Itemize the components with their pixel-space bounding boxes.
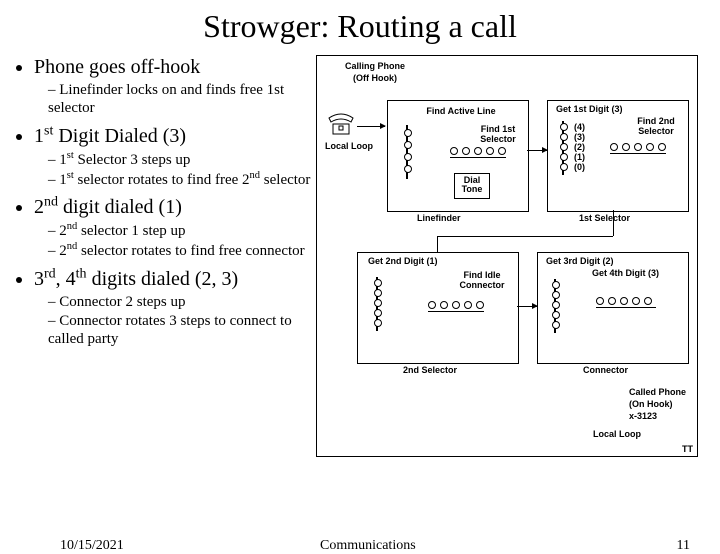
bullet-2-text: 1st Digit Dialed (3): [34, 125, 186, 147]
connector-label: Connector: [583, 366, 628, 376]
switch-icon: [400, 125, 446, 179]
second-selector-box: Get 2nd Digit (1) Find Idle Connector: [357, 252, 519, 364]
called-phone-label: Called Phone: [629, 388, 699, 398]
called-number-label: x-3123: [629, 412, 699, 422]
bullet-1: Phone goes off-hook Linefinder locks on …: [34, 55, 316, 117]
find-2nd-label: Find 2nd Selector: [626, 117, 686, 137]
find-active-label: Find Active Line: [406, 107, 516, 117]
arrow-icon: [527, 150, 547, 151]
off-hook-label: (Off Hook): [335, 74, 415, 84]
switch-icon: [548, 279, 594, 333]
bullet-4-text: 3rd, 4th digits dialed (2, 3): [34, 268, 238, 290]
get-1st-digit-label: Get 1st Digit (3): [556, 105, 623, 115]
second-selector-label: 2nd Selector: [403, 366, 457, 376]
footer-title: Communications: [320, 538, 416, 554]
content: Phone goes off-hook Linefinder locks on …: [0, 55, 720, 457]
connector-line: [437, 236, 438, 252]
find-idle-label: Find Idle Connector: [452, 271, 512, 291]
get-3rd-digit-label: Get 3rd Digit (2): [546, 257, 614, 267]
bullet-2: 1st Digit Dialed (3) 1st Selector 3 step…: [34, 123, 316, 189]
connector-line: [613, 210, 614, 236]
linefinder-box: Find Active Line Find 1st Selector Dial …: [387, 100, 529, 212]
first-selector-box: Get 1st Digit (3) Find 2nd Selector (4) …: [547, 100, 689, 212]
arrow-icon: [517, 306, 537, 307]
on-hook-label: (On Hook): [629, 400, 699, 410]
switch-icon: [370, 277, 416, 331]
strowger-diagram: Calling Phone (Off Hook) Local Loop Find…: [316, 55, 698, 457]
horiz-selector-icon: [450, 157, 506, 161]
tt-credit: TT: [682, 444, 693, 454]
local-loop-label: Local Loop: [319, 142, 379, 152]
dial-tone-box: Dial Tone: [454, 173, 490, 199]
bullet-3-text: 2nd digit dialed (1): [34, 196, 182, 218]
first-selector-label: 1st Selector: [579, 214, 630, 224]
subbullet: 1st selector rotates to find free 2nd se…: [48, 170, 316, 189]
connector-box: Get 3rd Digit (2) Get 4th Digit (3): [537, 252, 689, 364]
horiz-selector-icon: [428, 311, 484, 315]
horiz-selector-icon: [610, 153, 666, 157]
subbullet: Connector 2 steps up: [48, 293, 316, 311]
diagram-column: Calling Phone (Off Hook) Local Loop Find…: [316, 55, 706, 457]
bullet-column: Phone goes off-hook Linefinder locks on …: [16, 55, 316, 457]
find-1st-label: Find 1st Selector: [470, 125, 526, 145]
calling-phone-label: Calling Phone: [335, 62, 415, 72]
subbullet: Connector rotates 3 steps to connect to …: [48, 312, 316, 348]
horiz-selector-icon: [596, 307, 656, 311]
arrow-icon: [357, 126, 385, 127]
get-4th-digit-label: Get 4th Digit (3): [592, 269, 659, 279]
bullet-3: 2nd digit dialed (1) 2nd selector 1 step…: [34, 195, 316, 261]
slide-title: Strowger: Routing a call: [0, 8, 720, 45]
get-2nd-digit-label: Get 2nd Digit (1): [368, 257, 438, 267]
bullet-1-text: Phone goes off-hook: [34, 56, 200, 78]
bullet-4: 3rd, 4th digits dialed (2, 3) Connector …: [34, 266, 316, 348]
subbullet: Linefinder locks on and finds free 1st s…: [48, 81, 316, 117]
connector-line: [437, 236, 613, 237]
local-loop-2-label: Local Loop: [593, 430, 641, 440]
footer-date: 10/15/2021: [60, 538, 124, 554]
subbullet: 1st Selector 3 steps up: [48, 150, 316, 169]
footer-page-number: 11: [677, 538, 690, 554]
linefinder-label: Linefinder: [417, 214, 461, 224]
level-label: (0): [574, 163, 585, 173]
phone-icon: [327, 112, 355, 136]
subbullet: 2nd selector rotates to find free connec…: [48, 241, 316, 260]
subbullet: 2nd selector 1 step up: [48, 221, 316, 240]
